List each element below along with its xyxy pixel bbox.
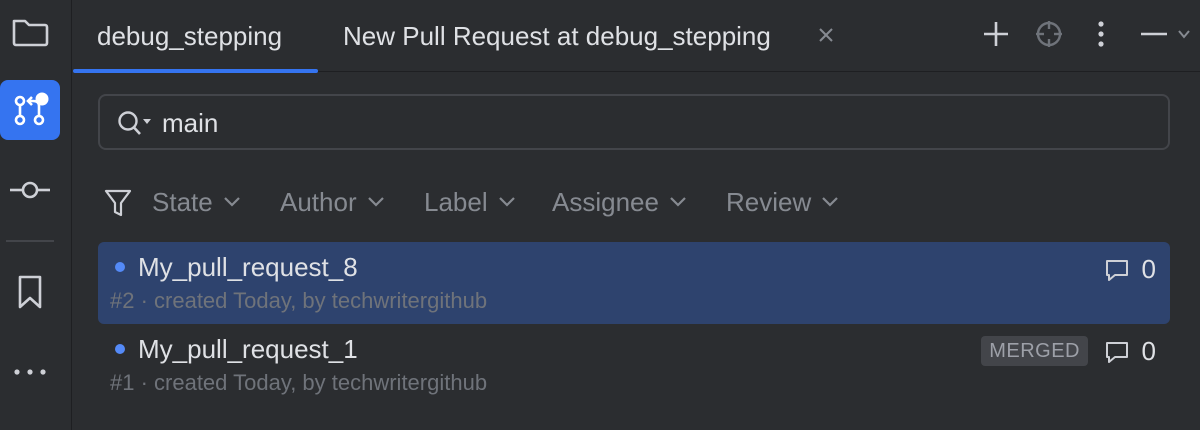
chevron-down-icon <box>822 197 839 207</box>
search-field[interactable] <box>98 94 1170 150</box>
pull-requests-icon <box>14 92 49 126</box>
filter-label: Author <box>280 186 357 217</box>
tab-debug-stepping[interactable]: debug_stepping <box>73 0 318 73</box>
status-dot <box>115 262 125 272</box>
new-pull-request-button[interactable] <box>976 14 1016 54</box>
pull-requests-window: debug_stepping New Pull Request at debug… <box>0 0 1200 430</box>
bookmarks-tool-button[interactable] <box>0 262 60 322</box>
bookmark-icon <box>18 275 42 309</box>
status-dot <box>115 344 125 354</box>
more-horizontal-icon <box>14 369 46 375</box>
pull-request-title: My_pull_request_8 <box>138 252 358 282</box>
options-menu-button[interactable] <box>1081 14 1121 54</box>
target-icon <box>1036 21 1062 47</box>
filter-state[interactable]: State <box>152 184 241 220</box>
close-icon <box>819 28 833 42</box>
search-input[interactable] <box>162 106 1142 140</box>
filter-assignee[interactable]: Assignee <box>552 184 687 220</box>
comment-icon <box>1105 259 1128 281</box>
pull-requests-tool-button[interactable] <box>0 80 60 140</box>
chevron-down-icon <box>1178 30 1190 39</box>
comment-count: 0 <box>1104 254 1156 285</box>
folder-icon <box>12 19 49 47</box>
plus-icon <box>984 22 1008 46</box>
pull-request-meta: #2 · created Today, by techwritergithub <box>110 288 488 313</box>
tool-window-strip <box>0 0 72 430</box>
filter-label: Review <box>726 186 812 217</box>
comment-icon <box>1105 341 1128 363</box>
merged-badge: MERGED <box>981 336 1088 366</box>
comment-count: 0 <box>1104 336 1156 367</box>
chevron-down-icon <box>498 197 515 207</box>
pull-request-row[interactable]: My_pull_request_8 #2 · created Today, by… <box>98 242 1170 324</box>
filter-label: Label <box>424 186 488 217</box>
comment-count-value: 0 <box>1141 254 1156 284</box>
tab-new-pull-request[interactable]: New Pull Request at debug_stepping <box>343 0 771 72</box>
pull-request-row[interactable]: My_pull_request_1 #1 · created Today, by… <box>98 324 1170 406</box>
filter-bar: State Author Label Assignee Review <box>98 178 1170 228</box>
minimize-icon <box>1141 32 1167 36</box>
filter-label-dropdown[interactable]: Label <box>424 184 516 220</box>
search-icon[interactable] <box>116 108 156 138</box>
tab-label: New Pull Request at debug_stepping <box>343 20 771 51</box>
more-vertical-icon <box>1098 21 1104 47</box>
filter-label: Assignee <box>552 186 659 217</box>
chevron-down-icon <box>223 197 240 207</box>
comment-count-value: 0 <box>1141 336 1156 366</box>
active-tab-indicator <box>73 69 318 73</box>
more-tool-windows-button[interactable] <box>0 342 60 402</box>
strip-separator <box>6 240 54 242</box>
pull-request-title: My_pull_request_1 <box>138 334 358 364</box>
select-opened-file-button[interactable] <box>1029 14 1069 54</box>
filter-author[interactable]: Author <box>280 184 385 220</box>
pull-request-meta: #1 · created Today, by techwritergithub <box>110 370 488 395</box>
overflow-chevron-button[interactable] <box>1171 14 1197 54</box>
filter-review[interactable]: Review <box>726 184 839 220</box>
close-tab-button[interactable] <box>813 22 839 48</box>
chevron-down-icon <box>670 197 686 207</box>
chevron-down-icon <box>367 197 384 207</box>
hide-tool-window-button[interactable] <box>1134 14 1174 54</box>
tab-bar: debug_stepping New Pull Request at debug… <box>73 0 1200 73</box>
commit-tool-button[interactable] <box>0 160 60 220</box>
filter-icon <box>104 189 132 217</box>
tab-label: debug_stepping <box>97 20 283 51</box>
project-tool-button[interactable] <box>0 2 60 62</box>
commit-icon <box>10 181 50 199</box>
filter-label: State <box>152 186 213 217</box>
